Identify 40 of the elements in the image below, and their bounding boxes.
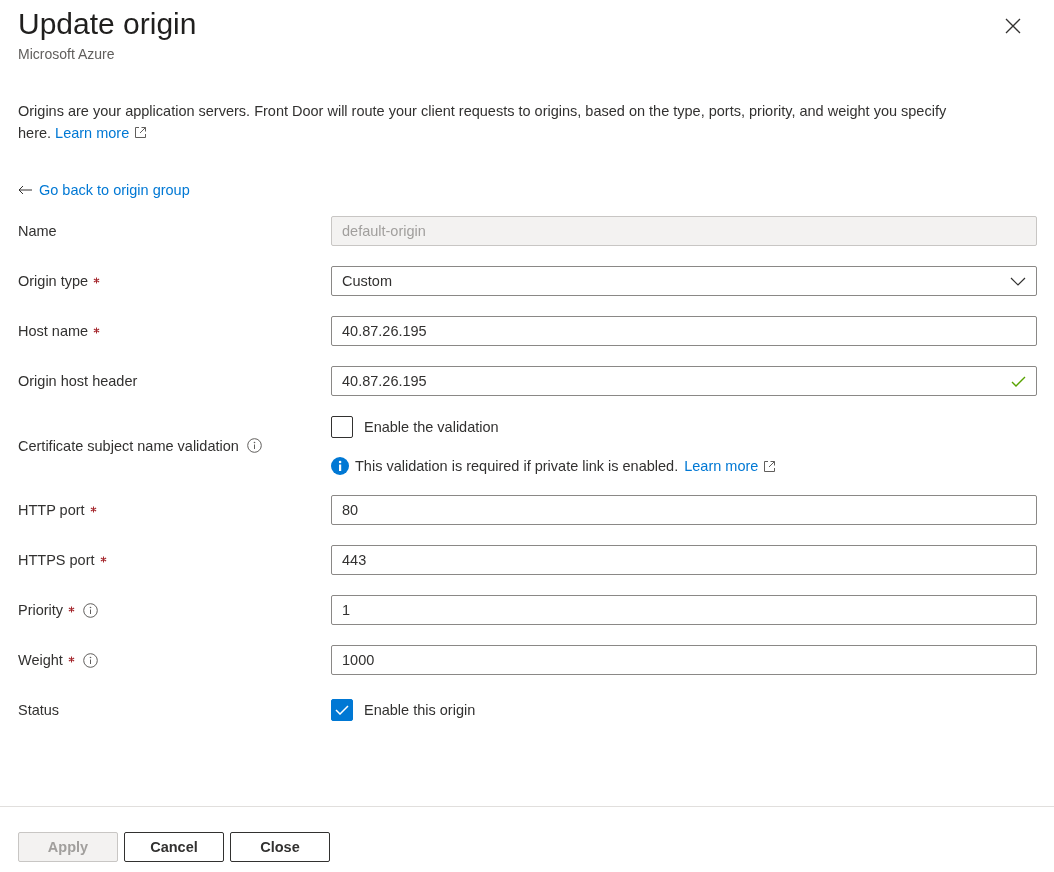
checkmark-icon xyxy=(335,705,349,715)
field-label: Host name xyxy=(18,323,89,339)
field-label: Origin host header xyxy=(18,373,138,389)
input-field[interactable]: 40.87.26.195 xyxy=(331,316,1037,346)
checkbox[interactable] xyxy=(331,699,353,721)
panel-title: Update origin xyxy=(18,6,197,42)
checkbox-label: Enable the validation xyxy=(364,419,499,435)
field-label: Weight xyxy=(18,652,63,668)
input-field[interactable]: 443 xyxy=(331,545,1037,575)
chevron-down-icon xyxy=(1010,276,1026,286)
learn-more-link[interactable]: Learn more xyxy=(684,458,759,474)
dropdown-field[interactable]: Custom xyxy=(331,266,1037,296)
input-field[interactable]: 1000 xyxy=(331,645,1037,675)
cancel-button[interactable]: Cancel xyxy=(124,832,224,862)
note-text: This validation is required if private link is enabled. xyxy=(355,458,679,474)
panel-subtitle: Microsoft Azure xyxy=(18,46,116,62)
info-icon[interactable] xyxy=(246,438,262,453)
field-label: Origin type xyxy=(18,273,89,289)
field-label: Status xyxy=(18,702,60,718)
field-label: HTTPS port xyxy=(18,552,95,568)
back-link[interactable]: Go back to origin group xyxy=(39,182,190,198)
info-icon[interactable] xyxy=(82,652,98,668)
field-label: Certificate subject name validation xyxy=(18,437,239,454)
description-text: Origins are your application servers. Front Door will route your client requests to origins, based on the type, ports, priority, and weight you specify here. Learn more xyxy=(18,102,948,143)
external-link-icon xyxy=(134,126,148,139)
back-arrow-icon[interactable] xyxy=(18,185,33,195)
input-field[interactable]: 40.87.26.195 xyxy=(331,366,1037,396)
learn-more-link[interactable]: Learn more xyxy=(55,125,130,141)
input-field[interactable]: 80 xyxy=(331,495,1037,525)
field-label: HTTP port xyxy=(18,502,85,518)
info-icon xyxy=(331,457,349,475)
external-link-icon xyxy=(763,459,777,473)
field-label: Name xyxy=(18,223,57,239)
field-label: Priority xyxy=(18,602,64,618)
close-button[interactable]: Close xyxy=(230,832,330,862)
input-field[interactable]: 1 xyxy=(331,595,1037,625)
checkbox-label: Enable this origin xyxy=(364,702,476,718)
info-icon[interactable] xyxy=(83,602,99,618)
close-icon[interactable] xyxy=(1005,18,1021,34)
checkbox[interactable] xyxy=(331,416,353,438)
